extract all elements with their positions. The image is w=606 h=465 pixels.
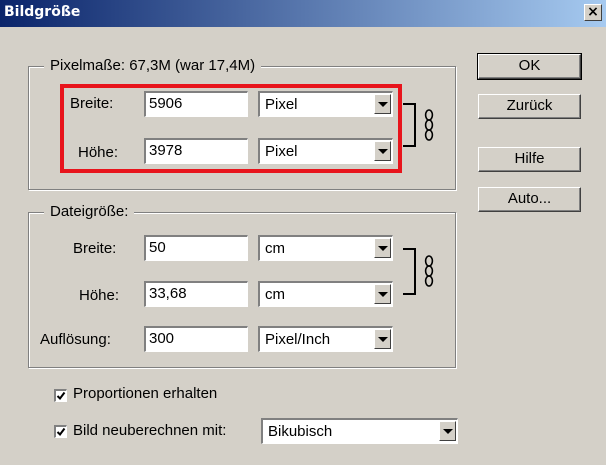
resample-image-checkbox[interactable] xyxy=(54,425,67,438)
doc-width-label: Breite: xyxy=(73,240,117,257)
reset-button[interactable]: Zurück xyxy=(478,94,581,119)
title-bar[interactable]: Bildgröße × xyxy=(0,0,606,27)
checkmark-icon xyxy=(56,427,66,437)
doc-width-unit-value: cm xyxy=(265,240,285,257)
constrain-proportions-checkbox[interactable] xyxy=(54,389,67,402)
image-size-dialog: Bildgröße × Pixelmaße: 67,3M (war 17,4M)… xyxy=(0,0,606,465)
highlight-box xyxy=(60,84,402,173)
doc-height-input[interactable]: 33,68 xyxy=(144,281,248,307)
chain-link-icon xyxy=(424,109,434,141)
resolution-unit-select[interactable]: Pixel/Inch xyxy=(258,326,393,352)
close-button[interactable]: × xyxy=(584,4,602,21)
resample-method-select[interactable]: Bikubisch xyxy=(261,418,458,444)
resample-image-label[interactable]: Bild neuberechnen mit: xyxy=(73,422,226,439)
triangle-down-icon[interactable] xyxy=(374,238,391,258)
resolution-label: Auflösung: xyxy=(40,331,111,348)
ok-button[interactable]: OK xyxy=(477,53,582,80)
doc-width-input[interactable]: 50 xyxy=(144,235,248,261)
pixel-dimensions-legend: Pixelmaße: 67,3M (war 17,4M) xyxy=(44,57,262,74)
doc-height-label: Höhe: xyxy=(79,287,120,304)
triangle-down-icon[interactable] xyxy=(439,421,456,441)
resolution-input[interactable]: 300 xyxy=(144,326,248,352)
triangle-down-icon[interactable] xyxy=(374,329,391,349)
close-icon: × xyxy=(587,4,599,20)
resolution-unit-value: Pixel/Inch xyxy=(265,331,331,348)
doc-height-unit-select[interactable]: cm xyxy=(258,281,393,307)
resample-method-value: Bikubisch xyxy=(268,423,333,440)
doc-link-bracket xyxy=(403,248,416,295)
window-title: Bildgröße xyxy=(4,4,81,20)
auto-button[interactable]: Auto... xyxy=(478,187,581,212)
pixel-link-bracket xyxy=(403,103,416,147)
constrain-proportions-label[interactable]: Proportionen erhalten xyxy=(73,385,217,402)
doc-width-unit-select[interactable]: cm xyxy=(258,235,393,261)
help-button[interactable]: Hilfe xyxy=(478,147,581,172)
doc-height-unit-value: cm xyxy=(265,286,285,303)
document-size-legend: Dateigröße: xyxy=(44,203,135,220)
chain-link-icon xyxy=(424,255,434,287)
checkmark-icon xyxy=(56,391,66,401)
triangle-down-icon[interactable] xyxy=(374,284,391,304)
